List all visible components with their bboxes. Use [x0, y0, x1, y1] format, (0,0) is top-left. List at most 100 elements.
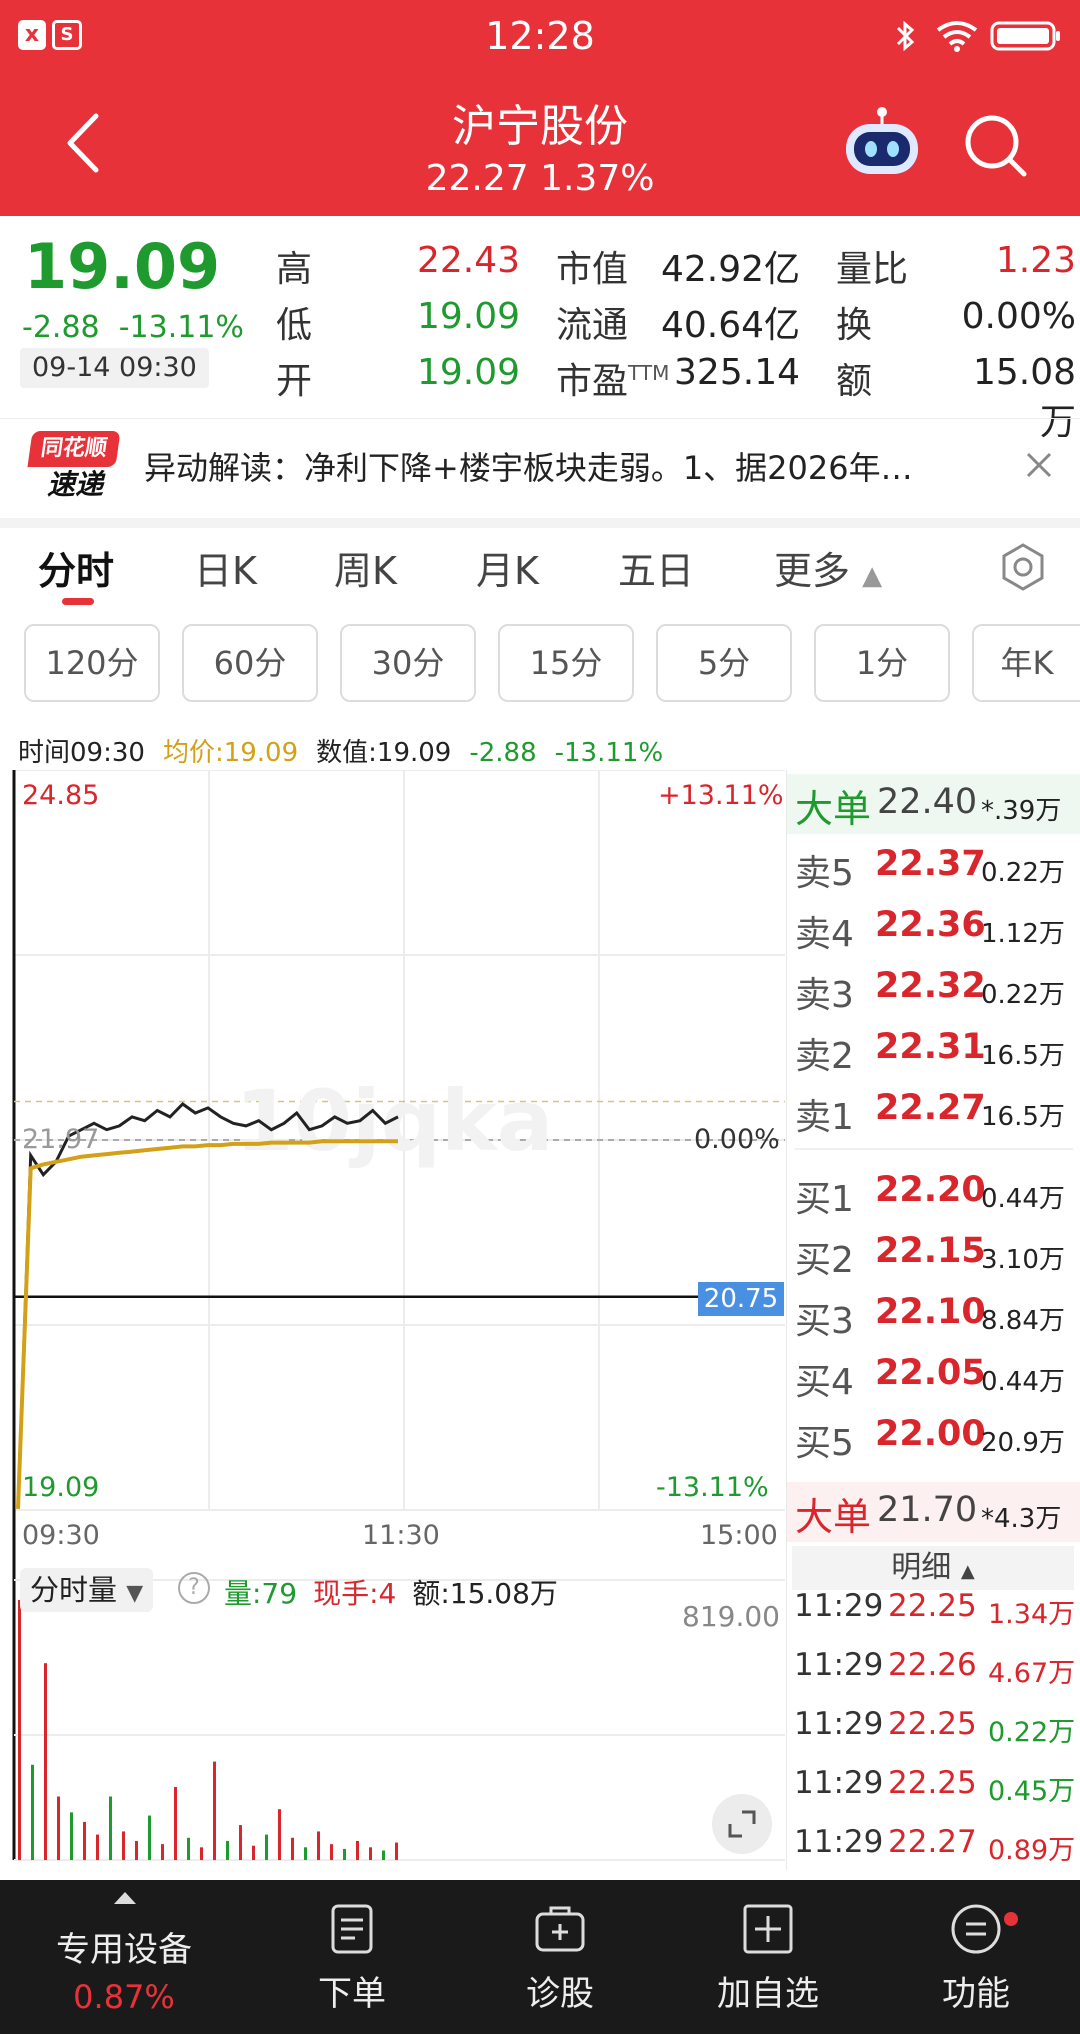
- x-label-close: 15:00: [700, 1520, 778, 1551]
- triangle-up-icon: ▲: [862, 561, 883, 591]
- x-label-noon: 11:30: [362, 1520, 440, 1551]
- ask-volume: 0.22万: [981, 980, 1065, 1010]
- ask-label: 卖1: [795, 1097, 854, 1138]
- y-bot-label: 19.09: [22, 1472, 100, 1503]
- tab-five-day[interactable]: 五日: [618, 540, 694, 595]
- ask-price: 22.27: [875, 1088, 986, 1128]
- bid-row[interactable]: 买4 22.05 0.44万: [787, 1345, 1080, 1405]
- chip-120min[interactable]: 120分: [24, 624, 160, 702]
- chip-30min[interactable]: 30分: [340, 624, 476, 702]
- bid-label: 买1: [795, 1179, 854, 1220]
- y-mid-pct: 0.00%: [694, 1124, 780, 1155]
- ask-row[interactable]: 卖5 22.37 0.22万: [787, 836, 1080, 896]
- bid-price: 22.15: [875, 1231, 986, 1271]
- ask-volume: 0.22万: [981, 858, 1065, 888]
- news-banner[interactable]: 同花顺 速递 异动解读：净利下降+楼宇板块走弱。1、据2026年…: [0, 418, 1080, 518]
- volume-bar: [161, 1844, 164, 1860]
- ai-robot-button[interactable]: [840, 104, 924, 182]
- pe-value: 325.14: [674, 352, 800, 393]
- watermark-text: 10jqka: [235, 1072, 553, 1170]
- volume-bar: [31, 1764, 34, 1860]
- chart-settings-icon[interactable]: [998, 542, 1048, 592]
- volume-bar: [122, 1831, 125, 1860]
- x-label-open: 09:30: [22, 1520, 100, 1551]
- menu-circle-icon: [951, 1904, 1001, 1954]
- tick-time: 11:29: [794, 1588, 884, 1624]
- bid-label: 买2: [795, 1240, 854, 1281]
- bid-row[interactable]: 买3 22.10 8.84万: [787, 1284, 1080, 1344]
- bid-price: 22.10: [875, 1292, 986, 1332]
- tab-more[interactable]: 更多 ▲: [774, 540, 882, 595]
- volume-bar: [213, 1761, 216, 1860]
- ask-price: 22.36: [875, 905, 986, 945]
- bid-volume: 3.10万: [981, 1245, 1065, 1275]
- tab-daily-k[interactable]: 日K: [194, 540, 257, 595]
- battery-icon: [990, 21, 1060, 51]
- news-text[interactable]: 异动解读：净利下降+楼宇板块走弱。1、据2026年…: [144, 443, 994, 489]
- volume-bar: [109, 1796, 112, 1860]
- high-value: 22.43: [416, 240, 520, 281]
- tab-weekly-k[interactable]: 周K: [334, 540, 397, 595]
- bid-price: 22.05: [875, 1353, 986, 1393]
- bid-row[interactable]: 买2 22.15 3.10万: [787, 1223, 1080, 1283]
- volume-bar: [200, 1847, 203, 1860]
- bid-price: 22.20: [875, 1170, 986, 1210]
- search-button[interactable]: [960, 110, 1030, 180]
- ask-row[interactable]: 卖3 22.32 0.22万: [787, 958, 1080, 1018]
- bid-row[interactable]: 买1 22.20 0.44万: [787, 1162, 1080, 1222]
- detail-toggle[interactable]: 明细 ▲: [792, 1546, 1074, 1590]
- sector-change: 0.87%: [73, 1978, 175, 2016]
- volume-bar: [265, 1834, 268, 1860]
- volume-selector[interactable]: 分时量 ▼: [20, 1568, 154, 1612]
- chart-canvas: 10jqka: [12, 770, 785, 1861]
- volume-bar: [278, 1809, 281, 1860]
- volume-bar: [343, 1848, 346, 1860]
- nav-order[interactable]: 下单: [252, 1880, 452, 2034]
- tab-monthly-k[interactable]: 月K: [476, 540, 539, 595]
- volume-bar: [96, 1834, 99, 1860]
- bid-row[interactable]: 买5 22.00 20.9万: [787, 1406, 1080, 1466]
- big-sell-row[interactable]: 大单 22.40 *.39万: [787, 774, 1080, 834]
- chip-60min[interactable]: 60分: [182, 624, 318, 702]
- tick-price: 22.25: [888, 1588, 977, 1624]
- tab-active-indicator: [62, 598, 94, 605]
- tab-intraday[interactable]: 分时: [38, 540, 114, 595]
- chip-year-k[interactable]: 年K: [972, 624, 1080, 702]
- low-value: 19.09: [416, 296, 520, 337]
- order-book: 大单 22.40 *.39万 卖5 22.37 0.22万 卖4 22.36 1.12万卖…: [786, 770, 1080, 1870]
- ask-price: 22.37: [875, 844, 986, 884]
- volume-bar: [369, 1847, 372, 1860]
- bid-volume: 0.44万: [981, 1184, 1065, 1214]
- ask-label: 卖3: [795, 975, 854, 1016]
- nav-functions[interactable]: 功能: [876, 1880, 1076, 2034]
- status-bar: x S 12:28: [0, 0, 1080, 72]
- chip-5min[interactable]: 5分: [656, 624, 792, 702]
- bluetooth-icon: [896, 20, 915, 52]
- book-divider: [795, 1148, 1073, 1150]
- ask-row[interactable]: 卖4 22.36 1.12万: [787, 897, 1080, 957]
- volume-bar: [70, 1812, 73, 1860]
- chip-1min[interactable]: 1分: [814, 624, 950, 702]
- quote-datetime: 09-14 09:30: [20, 348, 209, 388]
- ask-row[interactable]: 卖1 22.27 16.5万: [787, 1080, 1080, 1140]
- chip-15min[interactable]: 15分: [498, 624, 634, 702]
- y-mid-label: 21.97: [22, 1124, 100, 1155]
- volume-bar: [317, 1831, 320, 1860]
- volume-bar: [395, 1842, 398, 1860]
- ths-express-logo: 同花顺 速递: [27, 431, 121, 503]
- volume-bar: [83, 1821, 86, 1860]
- expand-icon[interactable]: [712, 1794, 772, 1854]
- nav-sector[interactable]: 专用设备 0.87%: [24, 1880, 224, 2034]
- notification-dot: [1004, 1912, 1018, 1926]
- ask-price: 22.31: [875, 1027, 986, 1067]
- ask-row[interactable]: 卖2 22.31 16.5万: [787, 1019, 1080, 1079]
- help-icon[interactable]: ?: [178, 1572, 210, 1604]
- nav-diagnose[interactable]: 诊股: [460, 1880, 660, 2034]
- intraday-chart[interactable]: 10jqka: [0, 770, 785, 1870]
- nav-add-watchlist[interactable]: 加自选: [668, 1880, 868, 2034]
- volume-bar: [57, 1796, 60, 1860]
- triangle-up-icon: ▲: [960, 1561, 975, 1582]
- close-icon[interactable]: [1022, 448, 1056, 482]
- tick-volume: 1.34万: [988, 1599, 1076, 1630]
- big-buy-row[interactable]: 大单 21.70 *4.3万: [787, 1482, 1080, 1542]
